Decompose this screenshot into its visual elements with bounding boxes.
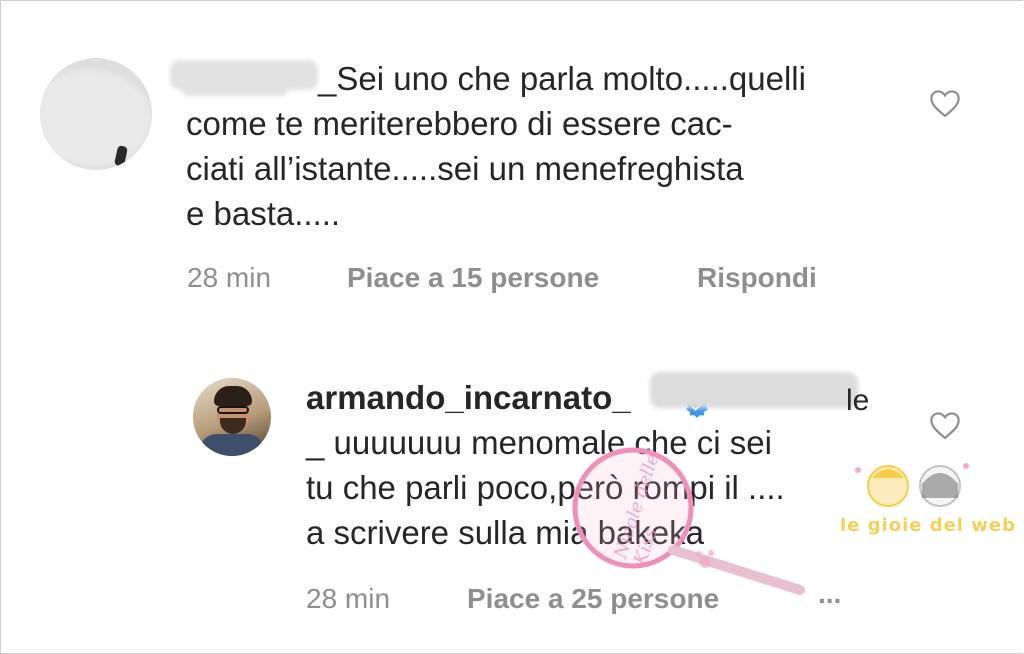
reply-username[interactable]: armando_incarnato_: [306, 379, 631, 416]
more-options-button[interactable]: ...: [818, 578, 841, 610]
heart-outline-icon[interactable]: [928, 410, 962, 440]
comment-username[interactable]: _: [318, 60, 336, 97]
mention-tail: le: [846, 384, 870, 417]
reply-avatar[interactable]: [193, 378, 271, 456]
commenter-avatar[interactable]: [40, 58, 152, 170]
mention-redaction: [650, 372, 858, 408]
comment-time: 28 min: [187, 262, 272, 293]
reply-button[interactable]: Rispondi: [697, 262, 817, 294]
likes-count-link[interactable]: Piace a 15 persone: [347, 262, 599, 294]
reply-time: 28 min: [306, 583, 391, 614]
comment-text: _Sei uno che parla molto.....quelli come…: [186, 60, 806, 232]
reply-likes-link[interactable]: Piace a 25 persone: [467, 583, 719, 615]
heart-outline-icon[interactable]: [928, 88, 962, 118]
